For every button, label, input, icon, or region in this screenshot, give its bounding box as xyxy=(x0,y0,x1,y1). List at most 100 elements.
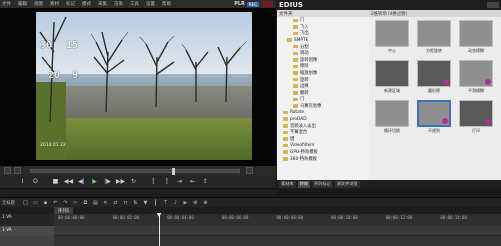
tree-folder-item[interactable]: 擦除 xyxy=(277,63,369,70)
sync-icon[interactable]: ⇅ xyxy=(132,200,139,206)
ripple-icon[interactable]: ⇄ xyxy=(112,200,119,206)
open-icon[interactable]: ▭ xyxy=(32,200,39,206)
audio-track[interactable] xyxy=(0,236,501,246)
mark-in-icon[interactable]: [ xyxy=(149,178,158,186)
menu-item[interactable]: 模式 xyxy=(82,1,91,7)
menu-item[interactable]: 工具 xyxy=(130,1,139,7)
tree-folder-item[interactable]: 360-特效模板 xyxy=(277,155,369,162)
tab-bin[interactable]: 序列标记 xyxy=(311,180,333,188)
effect-thumbnail[interactable]: 新建区域 xyxy=(373,60,411,94)
tree-folder-item[interactable]: SMPTE xyxy=(277,37,369,44)
tree-folder-item[interactable]: 门 xyxy=(277,17,369,24)
tree-folder-item[interactable]: 边缘 xyxy=(277,83,369,90)
stop-icon[interactable]: ■ xyxy=(51,178,60,186)
set-in-icon[interactable]: I xyxy=(18,178,27,186)
tree-folder-item[interactable]: 缩放划像 xyxy=(277,70,369,77)
menu-item[interactable]: 视图 xyxy=(34,1,43,7)
insert-icon[interactable]: ⇥ xyxy=(175,178,184,186)
effect-thumbnail[interactable]: 打印 xyxy=(457,100,495,134)
paste-icon[interactable]: ▤ xyxy=(92,200,99,206)
menu-item[interactable]: 渲染 xyxy=(114,1,123,7)
tree-folder-item[interactable]: 翻转 xyxy=(277,90,369,97)
cut-icon[interactable]: ✂ xyxy=(72,200,79,206)
delete-icon[interactable]: ✕ xyxy=(102,200,109,206)
effect-thumbnail[interactable]: 不规则 xyxy=(415,100,453,134)
menu-item[interactable]: 文件 xyxy=(2,1,11,7)
tree-folder-item[interactable]: GPU-特效模板 xyxy=(277,149,369,156)
split-icon[interactable]: ┃ xyxy=(152,200,159,206)
tree-folder-item[interactable]: 门 xyxy=(277,96,369,103)
tree-folder-item[interactable]: 飞入 xyxy=(277,24,369,31)
rewind-icon[interactable]: ◀◀ xyxy=(64,178,73,186)
video-track[interactable]: 1 VA xyxy=(0,226,501,236)
play-icon[interactable]: ▶ xyxy=(90,178,99,186)
folder-icon xyxy=(293,91,298,95)
set-out-icon[interactable]: O xyxy=(31,178,40,186)
bin-window-controls[interactable] xyxy=(487,2,499,8)
rec-badge[interactable]: REC xyxy=(246,1,259,7)
tab-sequence[interactable]: 序列1 xyxy=(54,207,74,214)
copy-icon[interactable]: ⧉ xyxy=(82,200,89,206)
audio-icon[interactable]: ♪ xyxy=(172,200,179,206)
menu-item[interactable]: 帮助 xyxy=(162,1,171,7)
menu-item[interactable]: 素材 xyxy=(50,1,59,7)
scrub-left-button[interactable] xyxy=(4,167,11,174)
fast-forward-icon[interactable]: ▶▶ xyxy=(116,178,125,186)
menu-item[interactable]: 采集 xyxy=(98,1,107,7)
tab-bin[interactable]: 素材库 xyxy=(279,180,296,188)
scrub-track[interactable] xyxy=(30,168,240,175)
tree-folder-item[interactable]: 键 xyxy=(277,136,369,143)
video-preview[interactable]: 30 15 20 9 2014.01.22 Cur00:00:05:23In00… xyxy=(0,8,276,174)
title-icon[interactable]: T xyxy=(162,200,169,206)
redo-icon[interactable]: ↷ xyxy=(62,200,69,206)
track-header[interactable] xyxy=(0,236,54,246)
tree-folder-item[interactable]: 马赛克划像 xyxy=(277,103,369,110)
overwrite-icon[interactable]: ⇤ xyxy=(188,178,197,186)
export-icon[interactable]: ⇪ xyxy=(201,178,210,186)
tree-folder-item[interactable]: 分割 xyxy=(277,43,369,50)
timeline-toolbar: 无标题 □ ▭ ▪ ↶ ↷ ✂ ⧉ ▤ ✕ ⇄ ⊓ ⇅ ▼ ┃ T ♪ ▶ ⚙ … xyxy=(0,198,501,207)
effect-thumbnail[interactable]: 平滑模糊 xyxy=(457,60,495,94)
tree-folder-item[interactable]: 飞出 xyxy=(277,30,369,37)
tree-folder-item[interactable]: 旋转 xyxy=(277,76,369,83)
effect-caption: 圆形擦 xyxy=(428,88,440,93)
menu-item[interactable]: 编辑 xyxy=(18,1,27,7)
loop-icon[interactable]: ↻ xyxy=(129,178,138,186)
track-header[interactable]: 1 VA xyxy=(0,226,54,236)
menu-item[interactable]: 设置 xyxy=(146,1,155,7)
timeline-mode-label[interactable]: 无标题 xyxy=(2,200,15,206)
player-mode-indicator[interactable]: PLR REC xyxy=(234,0,259,8)
undo-icon[interactable]: ↶ xyxy=(52,200,59,206)
zoom-icon[interactable]: ⊕ xyxy=(202,200,209,206)
effect-thumbnail[interactable]: 动态模糊 xyxy=(457,20,495,54)
tree-folder-item[interactable]: 音频淡入淡出 xyxy=(277,123,369,130)
effect-thumbnail[interactable]: 方框旋转 xyxy=(415,20,453,54)
scrub-loop-button[interactable] xyxy=(14,167,21,174)
time-ruler[interactable]: 1 VA 00:00:00:00 00:00:02:00 00:00:04:00 00… xyxy=(0,214,501,226)
menu-item[interactable]: 标记 xyxy=(66,1,75,7)
tree-folder-item[interactable]: 字幕混合 xyxy=(277,129,369,136)
tree-folder-item[interactable]: 旋转划像 xyxy=(277,57,369,64)
tree-folder-item[interactable]: proDAD xyxy=(277,116,369,123)
window-close-button[interactable] xyxy=(263,1,273,7)
effect-thumbnail[interactable]: 中心 xyxy=(373,20,411,54)
snap-icon[interactable]: ⊓ xyxy=(122,200,129,206)
tree-folder-item[interactable]: Rotate xyxy=(277,109,369,116)
save-icon[interactable]: ▪ xyxy=(42,200,49,206)
settings-icon[interactable]: ⚙ xyxy=(192,200,199,206)
scrub-handle[interactable] xyxy=(172,168,176,175)
tree-folder-item[interactable]: Videofilters xyxy=(277,142,369,149)
marker-icon[interactable]: ▼ xyxy=(142,200,149,206)
tab-bin[interactable]: 特效 xyxy=(297,180,310,188)
tree-folder-item[interactable]: 滑动 xyxy=(277,50,369,57)
mark-out-icon[interactable]: ] xyxy=(162,178,171,186)
render-icon[interactable]: ▶ xyxy=(182,200,189,206)
effect-thumbnail[interactable]: 圆形擦 xyxy=(415,60,453,94)
step-forward-icon[interactable]: |▶ xyxy=(103,178,112,186)
tab-bin[interactable]: 源文件浏览 xyxy=(334,180,360,188)
effect-thumbnail[interactable]: 循环切换 xyxy=(373,100,411,134)
step-back-icon[interactable]: ◀| xyxy=(77,178,86,186)
timeline-cursor[interactable] xyxy=(158,214,160,246)
scrub-right-button[interactable] xyxy=(246,167,253,174)
new-sequence-icon[interactable]: □ xyxy=(22,200,29,206)
